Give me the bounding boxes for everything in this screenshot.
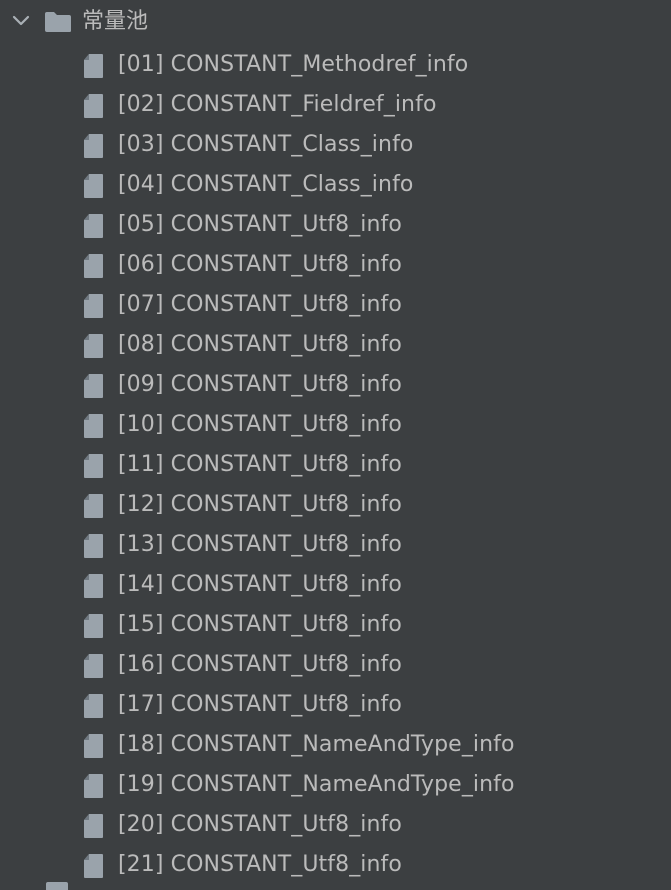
tree-item[interactable]: [03] CONSTANT_Class_info <box>0 123 671 163</box>
tree-item-label: [14] CONSTANT_Utf8_info <box>118 572 402 597</box>
file-icon <box>84 774 103 798</box>
file-icon <box>84 654 103 678</box>
tree-item[interactable]: [18] CONSTANT_NameAndType_info <box>0 723 671 763</box>
tree-item-label: [05] CONSTANT_Utf8_info <box>118 212 402 237</box>
tree-item-label: [19] CONSTANT_NameAndType_info <box>118 772 515 797</box>
tree-item[interactable]: [06] CONSTANT_Utf8_info <box>0 243 671 283</box>
folder-icon <box>45 12 71 32</box>
tree-item-label: [11] CONSTANT_Utf8_info <box>118 452 402 477</box>
file-icon <box>84 254 103 278</box>
tree-item[interactable]: [09] CONSTANT_Utf8_info <box>0 363 671 403</box>
file-icon <box>84 614 103 638</box>
tree-item-label: [06] CONSTANT_Utf8_info <box>118 252 402 277</box>
tree-item[interactable]: [11] CONSTANT_Utf8_info <box>0 443 671 483</box>
root-label: 常量池 <box>82 9 149 34</box>
tree-item[interactable]: [15] CONSTANT_Utf8_info <box>0 603 671 643</box>
tree-item[interactable]: [16] CONSTANT_Utf8_info <box>0 643 671 683</box>
file-icon <box>84 374 103 398</box>
file-icon <box>84 334 103 358</box>
tree-item-label: [04] CONSTANT_Class_info <box>118 172 414 197</box>
tree-root-constant-pool[interactable]: 常量池 <box>0 3 671 43</box>
tree-item-label: [02] CONSTANT_Fieldref_info <box>118 92 437 117</box>
tree-item-label: [08] CONSTANT_Utf8_info <box>118 332 402 357</box>
tree-item[interactable]: [08] CONSTANT_Utf8_info <box>0 323 671 363</box>
tree-item[interactable]: [07] CONSTANT_Utf8_info <box>0 283 671 323</box>
tree-item-label: [07] CONSTANT_Utf8_info <box>118 292 402 317</box>
tree-item[interactable]: [04] CONSTANT_Class_info <box>0 163 671 203</box>
file-icon <box>84 814 103 838</box>
file-icon <box>84 54 103 78</box>
tree-item[interactable]: [17] CONSTANT_Utf8_info <box>0 683 671 723</box>
tree-item-label: [10] CONSTANT_Utf8_info <box>118 412 402 437</box>
tree-item[interactable]: [20] CONSTANT_Utf8_info <box>0 803 671 843</box>
tree-item-label: [18] CONSTANT_NameAndType_info <box>118 732 515 757</box>
file-icon <box>84 494 103 518</box>
file-icon <box>84 94 103 118</box>
tree-item-label: [21] CONSTANT_Utf8_info <box>118 852 402 877</box>
tree-item-label: [09] CONSTANT_Utf8_info <box>118 372 402 397</box>
tree-item[interactable]: [12] CONSTANT_Utf8_info <box>0 483 671 523</box>
tree-item-label: [01] CONSTANT_Methodref_info <box>118 52 469 77</box>
file-icon <box>84 534 103 558</box>
file-icon <box>84 174 103 198</box>
tree-item-label: [20] CONSTANT_Utf8_info <box>118 812 402 837</box>
tree-item[interactable]: [21] CONSTANT_Utf8_info <box>0 843 671 883</box>
tree-item[interactable]: [10] CONSTANT_Utf8_info <box>0 403 671 443</box>
file-icon <box>84 134 103 158</box>
tree-item[interactable]: [01] CONSTANT_Methodref_info <box>0 43 671 83</box>
file-icon <box>84 414 103 438</box>
file-icon <box>84 854 103 878</box>
constant-pool-tree: 常量池 [01] CONSTANT_Methodref_info [02] CON… <box>0 0 671 890</box>
partial-next-icon <box>46 882 68 890</box>
tree-item-label: [16] CONSTANT_Utf8_info <box>118 652 402 677</box>
tree-item[interactable]: [05] CONSTANT_Utf8_info <box>0 203 671 243</box>
file-icon <box>84 214 103 238</box>
file-icon <box>84 734 103 758</box>
file-icon <box>84 574 103 598</box>
tree-item-label: [17] CONSTANT_Utf8_info <box>118 692 402 717</box>
chevron-down-icon[interactable] <box>12 15 30 27</box>
file-icon <box>84 454 103 478</box>
file-icon <box>84 694 103 718</box>
tree-item[interactable]: [13] CONSTANT_Utf8_info <box>0 523 671 563</box>
tree-item-label: [03] CONSTANT_Class_info <box>118 132 414 157</box>
tree-item-label: [15] CONSTANT_Utf8_info <box>118 612 402 637</box>
tree-item[interactable]: [14] CONSTANT_Utf8_info <box>0 563 671 603</box>
tree-item[interactable]: [02] CONSTANT_Fieldref_info <box>0 83 671 123</box>
tree-item-label: [13] CONSTANT_Utf8_info <box>118 532 402 557</box>
tree-item-label: [12] CONSTANT_Utf8_info <box>118 492 402 517</box>
file-icon <box>84 294 103 318</box>
tree-item[interactable]: [19] CONSTANT_NameAndType_info <box>0 763 671 803</box>
